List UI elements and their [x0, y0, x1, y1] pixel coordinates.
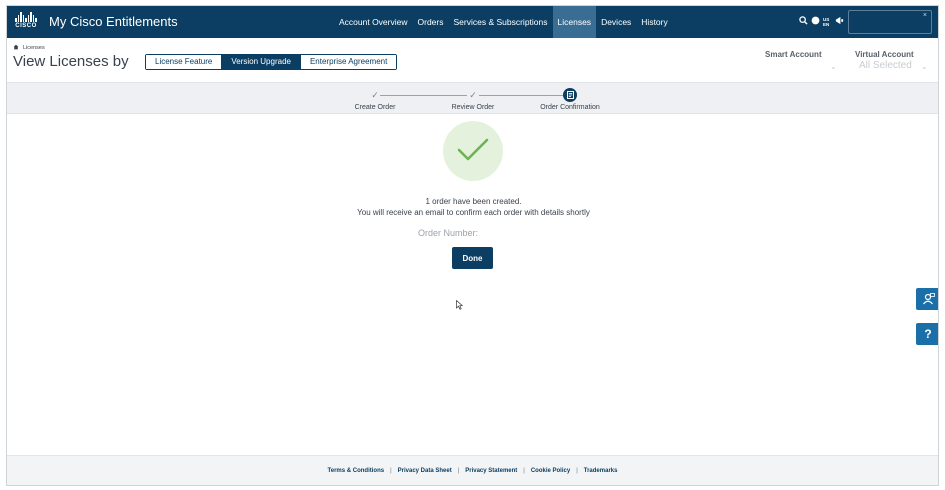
help-button[interactable]: ?	[916, 323, 938, 345]
step-review-order: Review Order	[451, 104, 495, 111]
footer-link-cookie-policy[interactable]: Cookie Policy	[531, 468, 570, 474]
breadcrumb: Licenses	[13, 44, 45, 52]
tab-enterprise-agreement[interactable]: Enterprise Agreement	[300, 55, 397, 69]
nav-utility-icons: US EN	[799, 16, 844, 27]
footer: Terms & Conditions | Privacy Data Sheet …	[7, 455, 938, 485]
step-create-order: Create Order	[354, 104, 396, 111]
nav-orders[interactable]: Orders	[413, 6, 449, 38]
smart-account-label: Smart Account	[765, 50, 822, 59]
contact-support-icon[interactable]	[916, 288, 938, 310]
nav-devices[interactable]: Devices	[596, 6, 636, 38]
footer-separator: |	[390, 467, 392, 474]
nav-account-overview[interactable]: Account Overview	[334, 6, 413, 38]
footer-link-trademarks[interactable]: Trademarks	[584, 468, 618, 474]
search-icon[interactable]	[799, 16, 808, 27]
step-connector	[479, 95, 564, 96]
main-nav: Account Overview Orders Services & Subsc…	[334, 6, 673, 38]
virtual-account-select[interactable]: All Selected	[859, 60, 912, 71]
nav-licenses[interactable]: Licenses	[552, 6, 597, 38]
top-nav: CISCO My Cisco Entitlements Account Over…	[7, 6, 938, 38]
success-checkmark-icon	[443, 121, 503, 181]
footer-link-privacy-statement[interactable]: Privacy Statement	[465, 468, 517, 474]
footer-separator: |	[576, 467, 578, 474]
chevron-down-icon[interactable]: ⌄	[921, 62, 928, 71]
confirmation-email-note: You will receive an email to confirm eac…	[357, 208, 590, 217]
view-by-toggle: License Feature Version Upgrade Enterpri…	[145, 54, 398, 70]
done-button[interactable]: Done	[452, 247, 493, 269]
cisco-logo-bars	[15, 12, 37, 22]
globe-icon[interactable]	[811, 16, 820, 27]
chevron-down-icon[interactable]: ⌄	[830, 62, 837, 71]
home-icon[interactable]	[13, 44, 19, 52]
step-order-confirmation: Order Confirmation	[540, 104, 600, 111]
confirmation-message: 1 order have been created.	[425, 197, 522, 206]
order-number-label: Order Number:	[418, 228, 479, 238]
step-connector	[380, 95, 467, 96]
logo-text: CISCO	[15, 23, 37, 29]
nav-history[interactable]: History	[636, 6, 672, 38]
user-profile-box[interactable]: ×	[848, 10, 932, 34]
tab-license-feature[interactable]: License Feature	[146, 55, 223, 69]
footer-link-terms[interactable]: Terms & Conditions	[328, 468, 385, 474]
breadcrumb-licenses[interactable]: Licenses	[23, 45, 45, 51]
tab-version-upgrade[interactable]: Version Upgrade	[222, 55, 301, 69]
order-stepper: ✓ Create Order ✓ Review Order Order Conf…	[7, 82, 938, 114]
nav-services-subscriptions[interactable]: Services & Subscriptions	[448, 6, 552, 38]
language-icon[interactable]: US EN	[823, 17, 832, 27]
announcement-icon[interactable]	[835, 16, 844, 27]
footer-separator: |	[457, 467, 460, 474]
close-icon[interactable]: ×	[923, 12, 927, 19]
checkmark-icon: ✓	[469, 90, 477, 100]
cisco-logo[interactable]: CISCO	[15, 12, 37, 32]
document-icon	[563, 88, 577, 102]
virtual-account-label: Virtual Account	[855, 50, 914, 59]
page-title: View Licenses by	[13, 53, 129, 70]
app-title[interactable]: My Cisco Entitlements	[49, 14, 178, 29]
checkmark-icon: ✓	[371, 90, 379, 100]
smart-account-select[interactable]	[765, 60, 839, 74]
footer-separator: |	[523, 467, 525, 474]
mouse-cursor-icon	[456, 297, 464, 315]
footer-link-privacy-data-sheet[interactable]: Privacy Data Sheet	[398, 468, 452, 474]
footer-links: Terms & Conditions | Privacy Data Sheet …	[328, 468, 618, 474]
app-frame: CISCO My Cisco Entitlements Account Over…	[6, 5, 939, 486]
